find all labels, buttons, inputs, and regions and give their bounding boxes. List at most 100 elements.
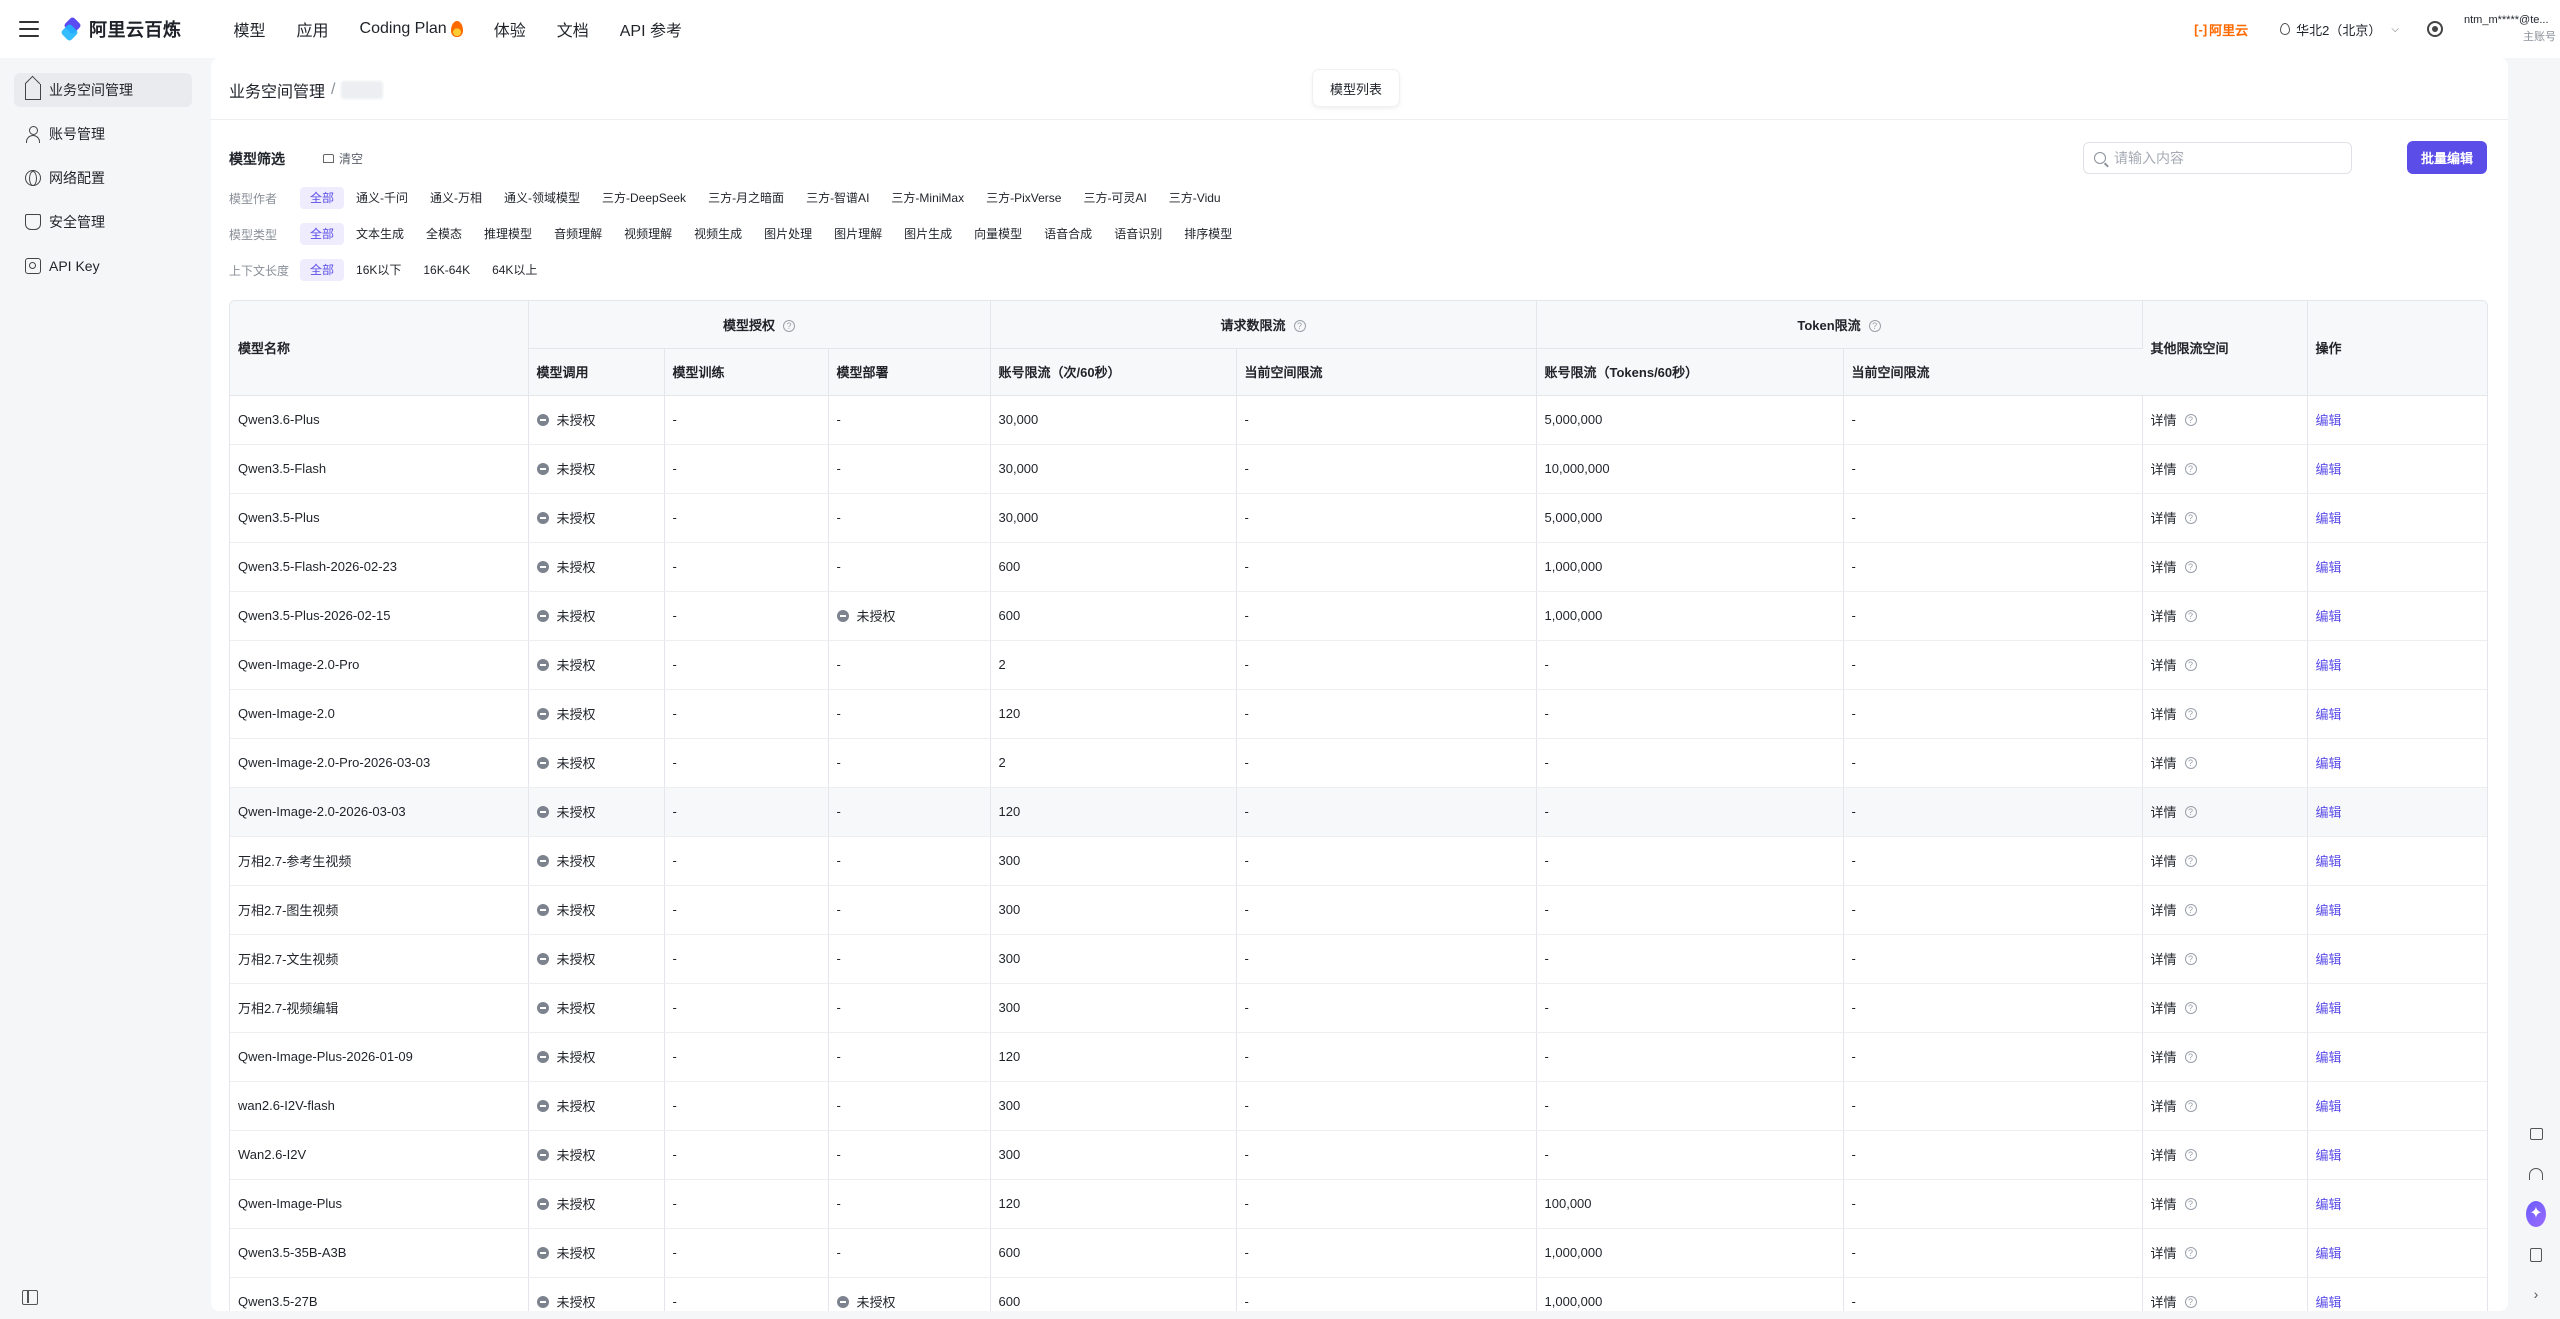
sidebar-item-workspace[interactable]: 业务空间管理	[14, 73, 192, 107]
menu-icon[interactable]	[19, 21, 39, 37]
help-icon[interactable]: ?	[2184, 903, 2197, 916]
sidebar-item-accounts[interactable]: 账号管理	[14, 117, 192, 151]
help-icon[interactable]: ?	[2184, 854, 2197, 867]
edit-button[interactable]: 编辑	[2316, 805, 2342, 820]
filter-chip[interactable]: 文本生成	[346, 223, 414, 245]
filter-chip[interactable]: 图片生成	[894, 223, 962, 245]
help-icon[interactable]: ?	[1293, 319, 1306, 332]
filter-chip[interactable]: 三方-月之暗面	[698, 187, 794, 209]
help-icon[interactable]: ?	[2184, 1197, 2197, 1210]
search-input[interactable]	[2114, 150, 2334, 166]
account-menu[interactable]: ntm_m*****@te... 主账号	[2464, 12, 2560, 46]
filter-chip[interactable]: 图片处理	[754, 223, 822, 245]
help-icon[interactable]: ?	[2184, 1246, 2197, 1259]
nav-playground[interactable]: 体验	[494, 17, 526, 41]
filter-chip[interactable]: 推理模型	[474, 223, 542, 245]
edit-button[interactable]: 编辑	[2316, 1197, 2342, 1212]
filter-chip[interactable]: 视频理解	[614, 223, 682, 245]
filter-chip[interactable]: 全模态	[416, 223, 472, 245]
help-icon[interactable]: ?	[2184, 462, 2197, 475]
edit-button[interactable]: 编辑	[2316, 903, 2342, 918]
filter-chip[interactable]: 全部	[300, 223, 345, 245]
edit-button[interactable]: 编辑	[2316, 1050, 2342, 1065]
sidebar-item-security[interactable]: 安全管理	[14, 205, 192, 239]
help-icon[interactable]: ?	[2184, 658, 2197, 671]
nav-docs[interactable]: 文档	[557, 17, 589, 41]
help-icon[interactable]: ?	[2184, 511, 2197, 524]
edit-button[interactable]: 编辑	[2316, 1099, 2342, 1114]
detail-link[interactable]: 详情?	[2151, 998, 2197, 1017]
filter-chip[interactable]: 全部	[300, 259, 345, 281]
filter-chip[interactable]: 全部	[300, 187, 345, 209]
help-icon[interactable]: ?	[2184, 707, 2197, 720]
edit-button[interactable]: 编辑	[2316, 1295, 2342, 1310]
help-icon[interactable]: ?	[2184, 1099, 2197, 1112]
shopping-bag-icon[interactable]	[2526, 1124, 2546, 1144]
edit-button[interactable]: 编辑	[2316, 560, 2342, 575]
filter-chip[interactable]: 64K以上	[482, 259, 547, 281]
nav-apps[interactable]: 应用	[297, 17, 329, 41]
edit-button[interactable]: 编辑	[2316, 1148, 2342, 1163]
filter-chip[interactable]: 三方-DeepSeek	[592, 187, 696, 209]
filter-chip[interactable]: 通义-领域模型	[494, 187, 590, 209]
edit-button[interactable]: 编辑	[2316, 1001, 2342, 1016]
edit-button[interactable]: 编辑	[2316, 1246, 2342, 1261]
help-icon[interactable]: ?	[2184, 1001, 2197, 1014]
filter-chip[interactable]: 向量模型	[964, 223, 1032, 245]
filter-chip[interactable]: 通义-千问	[346, 187, 418, 209]
nav-api-reference[interactable]: API 参考	[620, 17, 682, 41]
detail-link[interactable]: 详情?	[2151, 851, 2197, 870]
edit-button[interactable]: 编辑	[2316, 952, 2342, 967]
support-headset-icon[interactable]	[2526, 1164, 2546, 1184]
filter-chip[interactable]: 三方-智谱AI	[796, 187, 879, 209]
filter-chip[interactable]: 16K-64K	[413, 259, 480, 281]
gear-icon[interactable]	[2427, 21, 2443, 37]
edit-button[interactable]: 编辑	[2316, 511, 2342, 526]
edit-button[interactable]: 编辑	[2316, 413, 2342, 428]
detail-link[interactable]: 详情?	[2151, 753, 2197, 772]
filter-chip[interactable]: 语音识别	[1104, 223, 1172, 245]
edit-button[interactable]: 编辑	[2316, 756, 2342, 771]
detail-link[interactable]: 详情?	[2151, 949, 2197, 968]
sidebar-collapse-icon[interactable]	[22, 1290, 38, 1305]
detail-link[interactable]: 详情?	[2151, 410, 2197, 429]
filter-chip[interactable]: 排序模型	[1174, 223, 1242, 245]
detail-link[interactable]: 详情?	[2151, 508, 2197, 527]
detail-link[interactable]: 详情?	[2151, 1243, 2197, 1262]
help-icon[interactable]: ?	[2184, 805, 2197, 818]
edit-button[interactable]: 编辑	[2316, 462, 2342, 477]
ai-assistant-icon[interactable]: ✦	[2526, 1201, 2546, 1227]
nav-models[interactable]: 模型	[234, 17, 266, 41]
help-icon[interactable]: ?	[2184, 952, 2197, 965]
filter-chip[interactable]: 三方-MiniMax	[881, 187, 974, 209]
batch-edit-button[interactable]: 批量编辑	[2407, 141, 2487, 174]
help-icon[interactable]: ?	[2184, 560, 2197, 573]
help-icon[interactable]: ?	[2184, 413, 2197, 426]
nav-coding-plan[interactable]: Coding Plan	[360, 17, 463, 41]
edit-button[interactable]: 编辑	[2316, 707, 2342, 722]
help-icon[interactable]: ?	[783, 319, 795, 332]
detail-link[interactable]: 详情?	[2151, 606, 2197, 625]
filter-chip[interactable]: 图片理解	[824, 223, 892, 245]
chevron-right-icon[interactable]: ›	[2526, 1284, 2546, 1304]
help-icon[interactable]: ?	[2184, 1148, 2197, 1161]
clear-filters-button[interactable]: 清空	[323, 150, 363, 167]
filter-chip[interactable]: 音频理解	[544, 223, 612, 245]
detail-link[interactable]: 详情?	[2151, 557, 2197, 576]
filter-chip[interactable]: 视频生成	[684, 223, 752, 245]
detail-link[interactable]: 详情?	[2151, 1047, 2197, 1066]
edit-button[interactable]: 编辑	[2316, 609, 2342, 624]
filter-chip[interactable]: 通义-万相	[420, 187, 492, 209]
sidebar-item-api-key[interactable]: API Key	[14, 249, 192, 283]
detail-link[interactable]: 详情?	[2151, 1194, 2197, 1213]
detail-link[interactable]: 详情?	[2151, 655, 2197, 674]
filter-chip[interactable]: 语音合成	[1034, 223, 1102, 245]
detail-link[interactable]: 详情?	[2151, 1145, 2197, 1164]
sidebar-item-network[interactable]: 网络配置	[14, 161, 192, 195]
help-icon[interactable]: ?	[1868, 319, 1881, 332]
edit-button[interactable]: 编辑	[2316, 854, 2342, 869]
detail-link[interactable]: 详情?	[2151, 900, 2197, 919]
aliyun-brand[interactable]: [-] 阿里云	[2194, 20, 2248, 39]
filter-chip[interactable]: 三方-可灵AI	[1073, 187, 1156, 209]
help-icon[interactable]: ?	[2184, 756, 2197, 769]
